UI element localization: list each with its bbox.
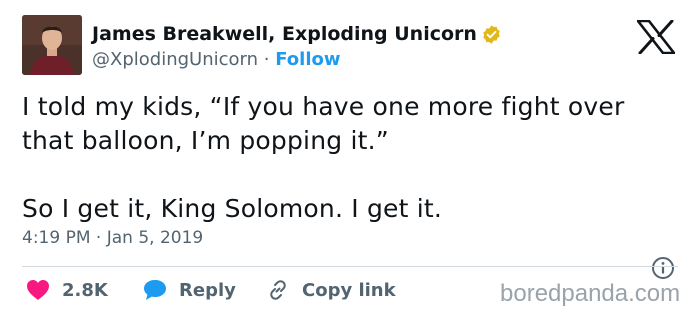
handle-row: @XplodingUnicorn · Follow — [92, 48, 341, 72]
author-display-name[interactable]: James Breakwell, Exploding Unicorn — [92, 22, 477, 46]
copy-link-label: Copy link — [302, 279, 396, 301]
avatar[interactable] — [22, 15, 82, 75]
speech-bubble-icon — [144, 280, 166, 300]
link-icon — [270, 280, 286, 300]
info-icon[interactable] — [651, 256, 675, 280]
verified-badge-icon — [483, 25, 500, 44]
follow-link[interactable]: Follow — [275, 49, 340, 70]
handle-separator: · — [263, 49, 270, 70]
copy-link-button[interactable]: Copy link — [266, 277, 396, 303]
tweet-text: I told my kids, “If you have one more fi… — [22, 92, 625, 223]
tweet-timestamp[interactable]: 4:19 PM · Jan 5, 2019 — [22, 226, 203, 250]
x-logo-icon[interactable] — [637, 20, 675, 54]
like-count: 2.8K — [62, 279, 108, 301]
like-button[interactable]: 2.8K — [26, 277, 108, 303]
heart-icon — [27, 280, 49, 300]
watermark: boredpanda.com — [500, 280, 681, 307]
reply-label: Reply — [179, 279, 236, 301]
reply-button[interactable]: Reply — [143, 277, 236, 303]
divider — [22, 266, 678, 267]
author-handle[interactable]: @XplodingUnicorn — [92, 49, 258, 70]
